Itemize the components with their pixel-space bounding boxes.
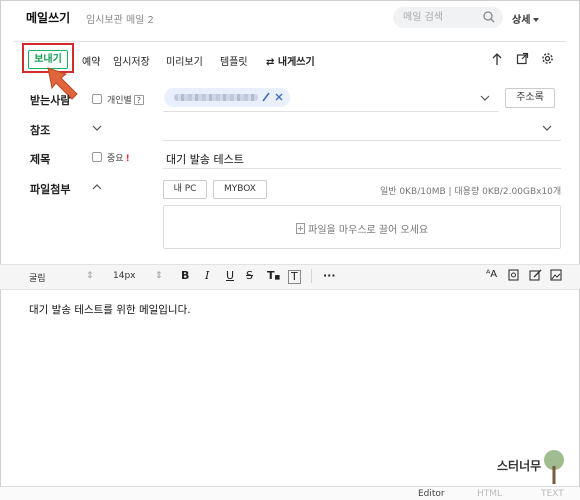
chevron-down-icon[interactable] — [480, 94, 490, 105]
attach-label: 파일첨부 — [30, 183, 71, 196]
important-mark: ! — [125, 154, 130, 164]
individual-text: 개인별 — [107, 96, 132, 106]
tree-logo-icon — [538, 448, 570, 491]
toolbar-separator — [311, 269, 312, 283]
mybox-button[interactable]: MYBOX — [213, 180, 267, 199]
individual-checkbox[interactable] — [92, 94, 102, 104]
individual-label: 개인별? — [107, 93, 144, 106]
to-underline — [163, 111, 499, 112]
to-me-button[interactable]: ⇄ 내게쓰기 — [266, 53, 315, 68]
font-family-updown-icon[interactable]: ⇕ — [86, 271, 94, 281]
translate-icon[interactable] — [508, 269, 520, 284]
search-icon[interactable] — [483, 11, 495, 26]
html-mode-tab[interactable]: HTML — [477, 489, 502, 499]
bold-button[interactable]: B — [181, 269, 189, 282]
mail-body-editor[interactable]: 대기 발송 테스트를 위한 메일입니다. — [29, 302, 191, 317]
subject-label: 제목 — [30, 153, 51, 166]
caret-down-icon — [533, 18, 540, 22]
underline-button[interactable]: U — [226, 269, 234, 282]
important-label: 중요! — [107, 151, 130, 164]
recipient-chip[interactable] — [164, 88, 290, 107]
cc-dropdown-chevron-icon[interactable] — [542, 124, 552, 135]
important-text: 중요 — [107, 154, 124, 164]
strikethrough-button[interactable]: S — [246, 269, 253, 282]
template-button[interactable]: 템플릿 — [220, 53, 248, 68]
to-label: 받는사람 — [30, 94, 71, 107]
file-plus-icon — [295, 223, 308, 236]
italic-button[interactable]: I — [205, 269, 209, 282]
gear-icon[interactable] — [541, 52, 554, 68]
edit-pencil-icon[interactable] — [261, 91, 271, 106]
text-color-icon[interactable]: T■ — [267, 269, 280, 282]
drop-hint-text: 파일을 마우스로 끌어 오세요 — [308, 225, 429, 236]
draft-info-link[interactable]: 임시보관 메일 2 — [86, 11, 154, 26]
help-icon[interactable]: ? — [133, 95, 144, 105]
text-background-icon[interactable]: T — [288, 270, 301, 284]
detail-search-button[interactable]: 상세 — [512, 11, 540, 26]
search-box — [393, 7, 503, 28]
font-family-select[interactable]: 굴림 — [29, 271, 46, 284]
search-input[interactable] — [393, 7, 471, 28]
schedule-button[interactable]: 예약 — [82, 53, 100, 68]
save-draft-button[interactable]: 임시저장 — [113, 53, 150, 68]
swap-icon: ⇄ — [266, 57, 275, 68]
preview-button[interactable]: 미리보기 — [166, 53, 203, 68]
file-drop-zone[interactable]: 파일을 마우스로 끌어 오세요 — [163, 205, 561, 249]
watermark: 스터너무 — [497, 459, 542, 473]
page-title: 메일쓰기 — [26, 11, 71, 25]
font-size-updown-icon[interactable]: ⇕ — [155, 271, 163, 281]
attachment-quota: 일반 0KB/10MB | 대용량 0KB/2.00GBx10개 — [380, 187, 562, 197]
image-icon[interactable] — [550, 269, 562, 284]
font-size-select[interactable]: 14px — [113, 271, 136, 281]
address-book-button[interactable]: 주소록 — [505, 88, 555, 108]
attach-collapse-chevron-icon[interactable] — [92, 182, 102, 193]
drop-hint: 파일을 마우스로 끌어 오세요 — [164, 221, 560, 236]
cc-label: 참조 — [30, 124, 51, 137]
to-me-label: 내게쓰기 — [277, 57, 315, 68]
divider — [14, 41, 566, 42]
spellcheck-icon[interactable]: ᴬA — [486, 269, 497, 280]
important-checkbox[interactable] — [92, 152, 102, 162]
remove-recipient-icon[interactable] — [274, 91, 284, 106]
signature-icon[interactable] — [529, 269, 542, 284]
detail-label: 상세 — [512, 15, 531, 26]
recipient-address-blurred — [174, 94, 258, 101]
cc-expand-chevron-icon[interactable] — [92, 124, 102, 135]
window-frame — [0, 0, 580, 500]
subject-input[interactable]: 대기 발송 테스트 — [166, 151, 244, 167]
subject-underline — [163, 168, 561, 169]
editor-mode-tab[interactable]: Editor — [418, 489, 445, 499]
arrow-up-icon[interactable] — [491, 52, 503, 69]
cc-underline — [163, 140, 561, 141]
external-window-icon[interactable] — [516, 52, 529, 68]
my-pc-button[interactable]: 내 PC — [163, 180, 207, 199]
more-tools-button[interactable]: ··· — [323, 269, 336, 282]
